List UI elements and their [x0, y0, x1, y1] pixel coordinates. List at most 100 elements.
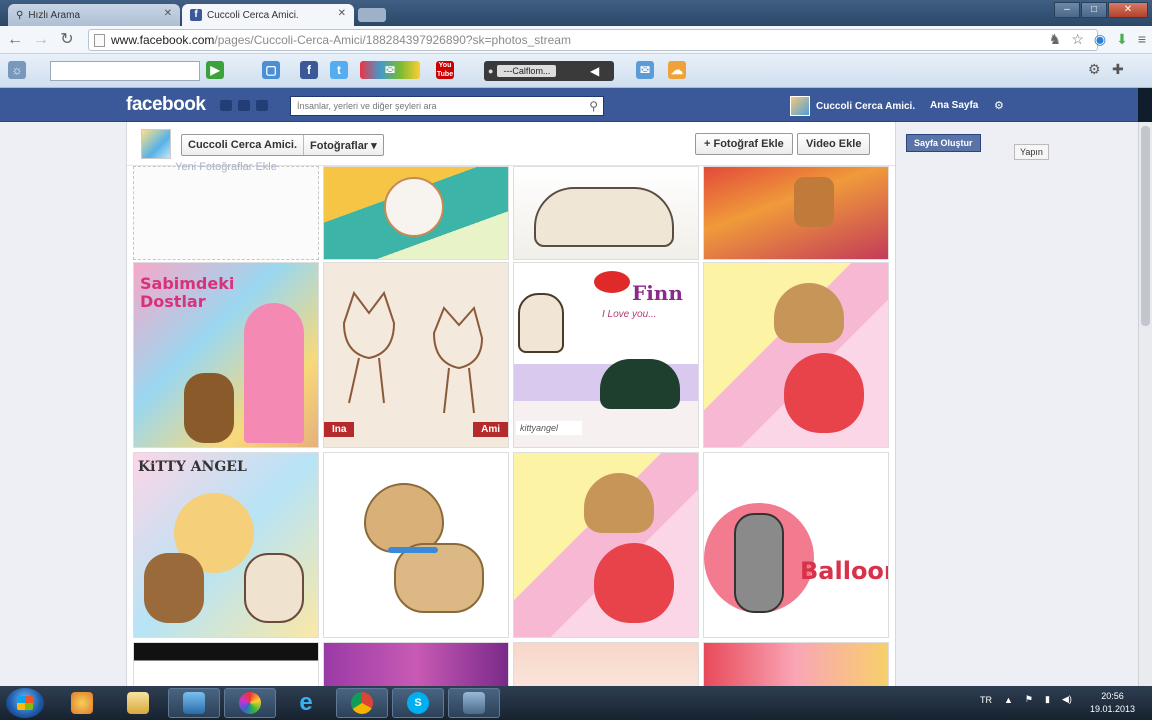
search-icon[interactable]: ⚲: [589, 99, 598, 113]
radio-station-select[interactable]: ---Calflom...: [497, 65, 557, 77]
bookmark-star-icon[interactable]: ☆: [1071, 31, 1084, 48]
photo-thumbnail[interactable]: [513, 166, 699, 260]
tab-label: Cuccoli Cerca Amici.: [207, 9, 299, 21]
notification-jewels: [220, 100, 268, 111]
page-thumbnail[interactable]: [141, 129, 171, 159]
toolbar-logo-icon[interactable]: ☼: [8, 61, 38, 81]
page-scrollbar[interactable]: [1138, 122, 1152, 686]
back-arrow-icon[interactable]: ←: [6, 31, 24, 49]
photo-footer: kittyangel: [516, 421, 583, 435]
window-controls: – □ ✕: [1054, 2, 1148, 18]
photos-main-column: Cuccoli Cerca Amici. Fotoğraflar ▾ + Fot…: [126, 122, 896, 686]
friend-requests-icon[interactable]: [220, 100, 232, 111]
download-arrow-icon[interactable]: ⬇: [1116, 31, 1128, 48]
sketch-cats-image: [342, 290, 484, 414]
url-path: /pages/Cuccoli-Cerca-Amici/1882843979268…: [214, 33, 571, 47]
play-icon[interactable]: ●: [488, 66, 493, 76]
taskbar-internet-explorer-icon[interactable]: e: [280, 688, 332, 718]
facebook-logo[interactable]: facebook: [126, 94, 206, 116]
taskbar-window-switch-icon[interactable]: [448, 688, 500, 718]
facebook-toolbar-icon[interactable]: f: [300, 61, 318, 81]
photo-title: Sabimdeki Dostlar: [140, 274, 235, 311]
home-link[interactable]: Ana Sayfa: [930, 100, 978, 111]
tab-facebook-page[interactable]: f Cuccoli Cerca Amici. ✕: [182, 4, 354, 26]
notifications-icon[interactable]: [256, 100, 268, 111]
eye-icon[interactable]: ◉: [1094, 31, 1106, 48]
volume-icon[interactable]: ◀): [1062, 694, 1072, 705]
messages-icon[interactable]: [238, 100, 250, 111]
twitter-toolbar-icon[interactable]: t: [330, 61, 348, 81]
action-center-icon[interactable]: ⚑: [1025, 694, 1033, 705]
photo-thumbnail[interactable]: Ina Ami: [323, 262, 509, 448]
scrollbar-thumb[interactable]: [1141, 126, 1150, 326]
mail-toolbar-icon[interactable]: ✉: [636, 61, 654, 81]
photo-thumbnail[interactable]: [703, 642, 889, 686]
photo-thumbnail[interactable]: [323, 642, 509, 686]
breadcrumb-section-dropdown[interactable]: Fotoğraflar ▾: [303, 135, 383, 155]
close-window-icon[interactable]: ✕: [1108, 2, 1148, 18]
reload-icon[interactable]: ↻: [58, 31, 76, 49]
tab-label: Hızlı Arama: [28, 9, 81, 21]
forward-arrow-icon[interactable]: →: [32, 31, 50, 49]
facebook-favicon-icon: f: [190, 9, 202, 21]
photo-thumbnail[interactable]: [323, 166, 509, 260]
toolbar-options-icon[interactable]: ⚙: [1088, 61, 1101, 81]
taskbar-picasa-icon[interactable]: [224, 688, 276, 718]
toolbar-expand-icon[interactable]: ✚: [1112, 61, 1124, 81]
breadcrumb-page-name[interactable]: Cuccoli Cerca Amici.: [182, 135, 303, 155]
url-input[interactable]: www.facebook.com/pages/Cuccoli-Cerca-Ami…: [88, 29, 1098, 51]
url-host: www.facebook.com: [111, 33, 215, 47]
add-video-button[interactable]: Video Ekle: [797, 133, 871, 155]
photo-thumbnail[interactable]: [513, 642, 699, 686]
profile-link[interactable]: Cuccoli Cerca Amici.: [790, 96, 915, 116]
network-icon[interactable]: ▮: [1045, 694, 1050, 705]
add-photos-tile[interactable]: Yeni Fotoğraflar Ekle: [133, 161, 319, 260]
photo-thumbnail[interactable]: [513, 452, 699, 638]
photo-thumbnail[interactable]: KiTTY ANGEL: [133, 452, 319, 638]
tray-expand-icon[interactable]: ▲: [1004, 695, 1013, 705]
address-bar-icons: ♞ ☆ ◉ ⬇ ≡: [1049, 31, 1146, 48]
address-bar-row: ← → ↻ www.facebook.com/pages/Cuccoli-Cer…: [0, 26, 1152, 54]
facebook-search-input[interactable]: İnsanlar, yerleri ve diğer şeyleri ara ⚲: [290, 96, 604, 116]
add-photo-button[interactable]: + Fotoğraf Ekle: [695, 133, 793, 155]
taskbar-explorer-icon[interactable]: [112, 688, 164, 718]
wrench-menu-icon[interactable]: ≡: [1138, 31, 1146, 48]
messenger-toolbar-icons[interactable]: ✉: [360, 61, 420, 81]
photo-thumbnail[interactable]: [703, 166, 889, 260]
toolbar-window-icon[interactable]: ▢: [262, 61, 280, 81]
extension-icon[interactable]: ♞: [1049, 31, 1062, 48]
new-tab-button[interactable]: [358, 8, 386, 22]
photo-thumbnail[interactable]: [133, 642, 319, 686]
profile-name: Cuccoli Cerca Amici.: [816, 100, 916, 112]
photo-thumbnail[interactable]: Finn I Love you... kittyangel: [513, 262, 699, 448]
taskbar-chrome-icon[interactable]: [336, 688, 388, 718]
toolbar-search-input[interactable]: [50, 61, 200, 81]
minimize-icon[interactable]: –: [1054, 2, 1080, 18]
taskbar-network-icon[interactable]: [168, 688, 220, 718]
tooltip: Yapın: [1014, 144, 1049, 160]
photo-thumbnail[interactable]: Sabimdeki Dostlar: [133, 262, 319, 448]
youtube-toolbar-icon[interactable]: You Tube: [436, 61, 454, 81]
photo-thumbnail[interactable]: [323, 452, 509, 638]
close-tab-icon[interactable]: ✕: [338, 8, 346, 19]
toolbar-go-icon[interactable]: ▶: [206, 61, 224, 81]
photo-thumbnail[interactable]: [703, 262, 889, 448]
facebook-header: facebook İnsanlar, yerleri ve diğer şeyl…: [0, 88, 1138, 122]
maximize-icon[interactable]: □: [1081, 2, 1107, 18]
tab-quick-search[interactable]: ⚲ Hızlı Arama ✕: [8, 4, 180, 26]
create-page-button[interactable]: Sayfa Oluştur: [906, 134, 981, 152]
taskbar-paint-icon[interactable]: [56, 688, 108, 718]
taskbar-skype-icon[interactable]: S: [392, 688, 444, 718]
start-button[interactable]: [6, 688, 44, 718]
clock-time: 20:56: [1101, 691, 1124, 701]
photo-thumbnail[interactable]: Balloon: [703, 452, 889, 638]
account-gear-icon[interactable]: ⚙: [994, 99, 1004, 112]
volume-icon[interactable]: ◀: [590, 61, 599, 81]
browser-tab-strip: ⚲ Hızlı Arama ✕ f Cuccoli Cerca Amici. ✕…: [0, 0, 1152, 26]
photo-caption: Ami: [473, 422, 508, 437]
close-tab-icon[interactable]: ✕: [164, 8, 172, 19]
system-clock[interactable]: 20:56 19.01.2013: [1090, 690, 1135, 716]
weather-toolbar-icon[interactable]: ☁: [668, 61, 686, 81]
language-indicator[interactable]: TR: [980, 695, 992, 705]
photo-title: Finn: [632, 281, 683, 305]
